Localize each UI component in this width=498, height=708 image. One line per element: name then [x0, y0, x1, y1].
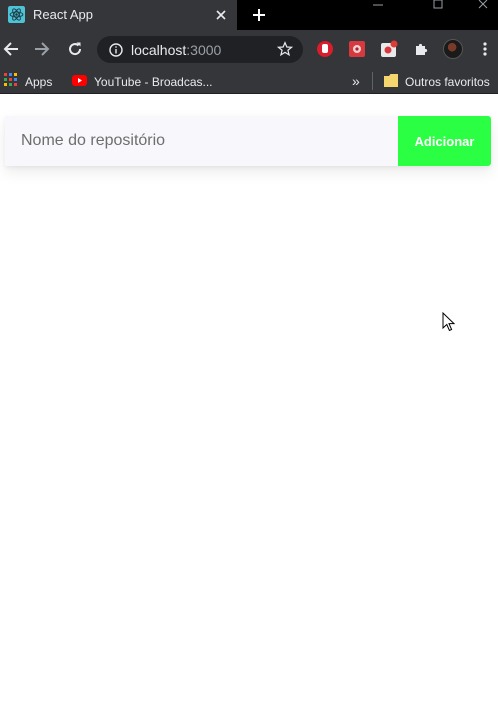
close-tab-icon[interactable]: [212, 6, 229, 23]
reload-icon[interactable]: [64, 38, 86, 60]
folder-icon: [384, 73, 398, 90]
bookmark-other-folder[interactable]: Outros favoritos: [384, 73, 490, 90]
site-info-icon[interactable]: [107, 41, 124, 58]
bookmark-star-icon[interactable]: [276, 40, 294, 58]
minimize-window-icon[interactable]: [363, 0, 393, 10]
profile-avatar[interactable]: [443, 39, 463, 59]
new-tab-plus-icon[interactable]: [248, 4, 270, 26]
repository-name-input[interactable]: [5, 116, 398, 166]
colorful-extension-icon[interactable]: [348, 40, 366, 58]
bookmarks-divider: [372, 72, 373, 90]
address-url[interactable]: localhost:3000: [131, 42, 221, 58]
more-bookmarks-chevron[interactable]: »: [352, 72, 360, 89]
url-host: localhost: [131, 42, 187, 58]
add-repository-button[interactable]: Adicionar: [398, 116, 491, 166]
puzzle-extensions-icon[interactable]: [412, 40, 430, 58]
page-viewport: Adicionar: [0, 100, 498, 708]
mouse-pointer-icon: [442, 312, 456, 332]
bookmark-apps-label: Apps: [25, 74, 53, 89]
add-repository-form: Adicionar: [5, 116, 491, 166]
bookmark-youtube-label: YouTube - Broadcas...: [94, 74, 213, 89]
image-extension-icon[interactable]: [380, 40, 398, 58]
tab-title: React App: [33, 7, 93, 22]
hand-stop-extension-icon[interactable]: [316, 40, 334, 58]
tab-strip: React App: [0, 0, 498, 30]
url-port: :3000: [186, 42, 222, 58]
bookmark-youtube[interactable]: YouTube - Broadcas...: [72, 73, 213, 90]
browser-tab[interactable]: React App: [0, 0, 237, 30]
bookmark-other-label: Outros favoritos: [405, 74, 490, 89]
youtube-icon: [72, 74, 87, 89]
react-logo-icon: [8, 6, 25, 23]
bookmark-apps[interactable]: Apps: [4, 73, 52, 90]
back-arrow-icon[interactable]: [0, 38, 22, 60]
forward-arrow-icon[interactable]: [31, 38, 53, 60]
close-window-icon[interactable]: [468, 0, 498, 10]
apps-grid-icon: [4, 73, 18, 90]
maximize-window-icon[interactable]: [423, 0, 453, 10]
more-bookmarks-label: »: [352, 72, 360, 89]
kebab-menu-icon[interactable]: [476, 40, 494, 58]
